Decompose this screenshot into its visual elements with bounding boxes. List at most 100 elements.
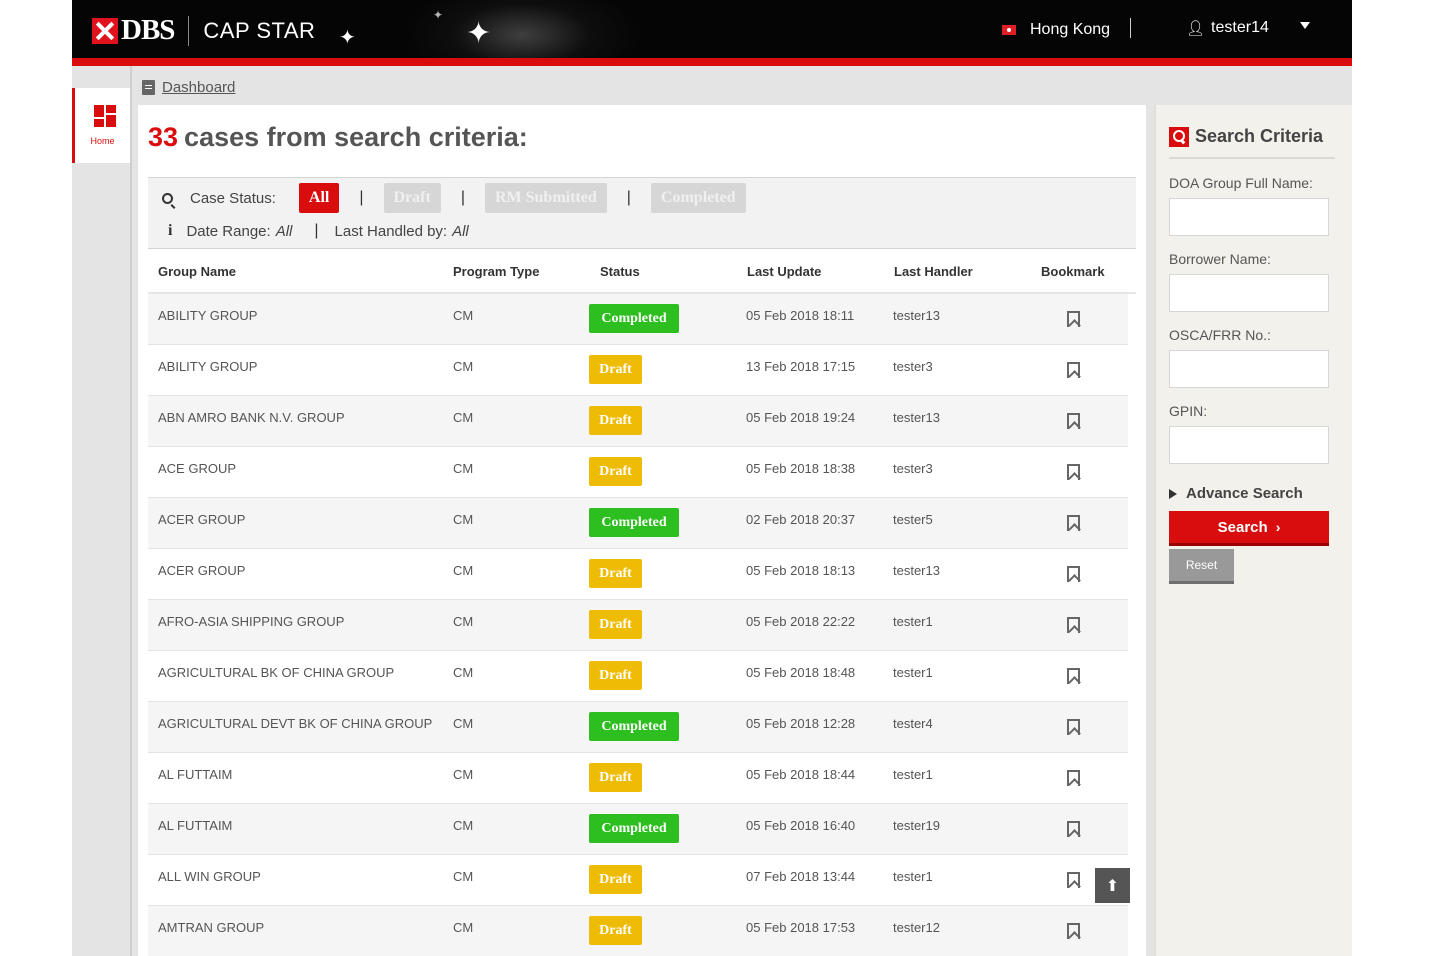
table-row[interactable]: AFRO-ASIA SHIPPING GROUP CM 05 Feb 2018 22… — [148, 600, 1128, 651]
bookmark-icon[interactable] — [1067, 566, 1080, 582]
cell-last-handler: tester1 — [893, 767, 933, 782]
case-status-label: Case Status: — [190, 189, 276, 207]
status-chip-rm-submitted[interactable]: RM Submitted — [484, 183, 607, 213]
cell-program-type: CM — [453, 461, 474, 476]
nav-divider — [1130, 18, 1131, 38]
bookmark-icon[interactable] — [1067, 668, 1080, 684]
column-header-status[interactable]: Status — [600, 264, 640, 279]
search-button[interactable]: Search › — [1169, 511, 1329, 546]
search-criteria-panel: Search Criteria DOA Group Full Name: Bor… — [1154, 105, 1352, 956]
cell-last-handler: tester1 — [893, 614, 933, 629]
page-title: 33 cases from search criteria: — [148, 122, 528, 153]
bookmark-icon[interactable] — [1067, 311, 1080, 327]
cell-program-type: CM — [453, 614, 474, 629]
date-range-value[interactable]: All — [276, 223, 293, 240]
bookmark-icon[interactable] — [1067, 362, 1080, 378]
table-row[interactable]: AL FUTTAIM CM 05 Feb 2018 18:44 tester1 Draf… — [148, 753, 1128, 804]
cell-group-name: ACER GROUP — [158, 512, 246, 527]
status-chip-draft[interactable]: Draft — [383, 183, 441, 213]
cell-group-name: AMTRAN GROUP — [158, 920, 265, 935]
chevron-right-icon: › — [1275, 519, 1281, 535]
osca-frr-label: OSCA/FRR No.: — [1169, 327, 1271, 343]
gpin-label: GPIN: — [1169, 403, 1208, 419]
table-row[interactable]: ABILITY GROUP CM 13 Feb 2018 17:15 tester3 D… — [148, 345, 1128, 396]
osca-frr-input[interactable] — [1169, 350, 1329, 388]
gpin-input[interactable] — [1169, 426, 1329, 464]
cell-program-type: CM — [453, 767, 474, 782]
date-handler-filter: i Date Range: All | Last Handled by: All — [168, 221, 469, 241]
cell-group-name: AFRO-ASIA SHIPPING GROUP — [158, 614, 345, 629]
username: tester14 — [1211, 19, 1269, 36]
table-row[interactable]: ABN AMRO BANK N.V. GROUP CM 05 Feb 2018 19… — [148, 396, 1128, 447]
bookmark-icon[interactable] — [1067, 413, 1080, 429]
app-name: CAP STAR — [203, 17, 316, 43]
cell-program-type: CM — [453, 920, 474, 935]
bookmark-icon[interactable] — [1067, 770, 1080, 786]
panel-divider — [1169, 157, 1335, 159]
chevron-down-icon[interactable] — [1300, 22, 1310, 29]
status-chip-completed[interactable]: Completed — [650, 183, 746, 213]
column-header-group-name[interactable]: Group Name — [158, 264, 236, 279]
user-menu[interactable]: 👤︎ tester14 — [1186, 19, 1269, 37]
table-row[interactable]: ACER GROUP CM 02 Feb 2018 20:37 tester5 Comp… — [148, 498, 1128, 549]
bookmark-icon[interactable] — [1067, 719, 1080, 735]
filter-divider: | — [460, 189, 465, 206]
hong-kong-flag-icon — [1002, 25, 1016, 35]
cases-table-body: ABILITY GROUP CM 05 Feb 2018 18:11 tester13… — [148, 294, 1128, 956]
date-range-label: Date Range: — [186, 222, 271, 240]
cell-group-name: ABN AMRO BANK N.V. GROUP — [158, 410, 345, 425]
cell-last-handler: tester3 — [893, 461, 933, 476]
cell-last-handler: tester5 — [893, 512, 933, 527]
bookmark-icon[interactable] — [1067, 872, 1080, 888]
doa-group-input[interactable] — [1169, 198, 1329, 236]
borrower-name-input[interactable] — [1169, 274, 1329, 312]
table-row[interactable]: ACER GROUP CM 05 Feb 2018 18:13 tester13 Dra… — [148, 549, 1128, 600]
sparkle-icon: ✦ — [433, 8, 444, 22]
cell-last-update: 05 Feb 2018 18:11 — [746, 308, 855, 323]
table-row[interactable]: AMTRAN GROUP CM 05 Feb 2018 17:53 tester12 D… — [148, 906, 1128, 956]
column-header-last-update[interactable]: Last Update — [747, 264, 821, 279]
table-row[interactable]: AGRICULTURAL BK OF CHINA GROUP CM 05 Feb 2… — [148, 651, 1128, 702]
column-header-last-handler[interactable]: Last Handler — [894, 264, 973, 279]
breadcrumb-link-dashboard[interactable]: Dashboard — [162, 79, 235, 96]
bookmark-icon[interactable] — [1067, 821, 1080, 837]
cell-program-type: CM — [453, 716, 474, 731]
reset-button[interactable]: Reset — [1169, 549, 1234, 584]
table-row[interactable]: ALL WIN GROUP CM 07 Feb 2018 13:44 tester1 D… — [148, 855, 1128, 906]
logo-divider — [188, 15, 190, 46]
table-row[interactable]: AL FUTTAIM CM 05 Feb 2018 16:40 tester19 Com… — [148, 804, 1128, 855]
bookmark-icon[interactable] — [1067, 923, 1080, 939]
bookmark-icon[interactable] — [1067, 515, 1080, 531]
cell-group-name: ABILITY GROUP — [158, 359, 258, 374]
table-row[interactable]: ABILITY GROUP CM 05 Feb 2018 18:11 tester13… — [148, 294, 1128, 345]
sidebar-item-label: Home — [90, 136, 115, 146]
status-badge: Completed — [589, 814, 679, 843]
cell-last-update: 05 Feb 2018 22:22 — [746, 614, 856, 629]
cell-program-type: CM — [453, 869, 474, 884]
last-handled-value[interactable]: All — [452, 223, 469, 240]
filter-bar: Case Status: All | Draft | RM Submitted … — [148, 177, 1136, 249]
top-navbar: DBS CAP STAR ✦ ✦ ✦ Hong Kong 👤︎ tester14 — [72, 0, 1352, 58]
status-badge: Draft — [589, 763, 642, 792]
brand-logo[interactable]: DBS CAP STAR — [92, 14, 315, 47]
scroll-to-top-button[interactable]: ⬆︎ — [1095, 868, 1130, 903]
advance-search-label: Advance Search — [1186, 485, 1303, 502]
filter-divider: | — [314, 222, 319, 239]
region-selector[interactable]: Hong Kong — [1002, 21, 1110, 39]
table-row[interactable]: ACE GROUP CM 05 Feb 2018 18:38 tester3 Draft — [148, 447, 1128, 498]
status-badge: Completed — [589, 304, 679, 333]
cell-last-handler: tester13 — [893, 410, 940, 425]
bookmark-icon[interactable] — [1067, 464, 1080, 480]
dbs-star-icon — [92, 17, 118, 44]
status-chip-all[interactable]: All — [298, 183, 340, 213]
status-badge: Draft — [589, 865, 642, 894]
cell-last-handler: tester1 — [893, 869, 933, 884]
results-panel: 33 cases from search criteria: Case Statu… — [138, 105, 1146, 956]
cell-program-type: CM — [453, 665, 474, 680]
sidebar-item-home[interactable]: Home — [72, 88, 130, 163]
triangle-right-icon — [1169, 488, 1177, 499]
advance-search-toggle[interactable]: Advance Search — [1169, 485, 1303, 502]
table-row[interactable]: AGRICULTURAL DEVT BK OF CHINA GROUP CM 05 … — [148, 702, 1128, 753]
column-header-program-type[interactable]: Program Type — [453, 264, 539, 279]
bookmark-icon[interactable] — [1067, 617, 1080, 633]
